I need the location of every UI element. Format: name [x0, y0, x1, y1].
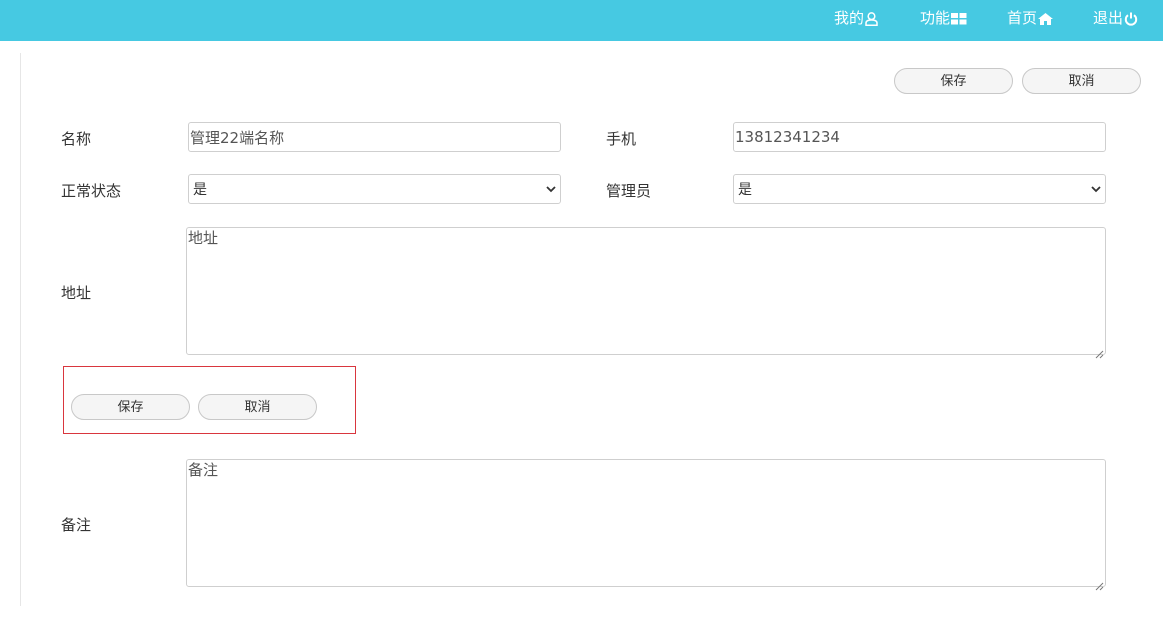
chevron-down-icon [1091, 181, 1101, 197]
address-label: 地址 [61, 284, 92, 302]
left-divider [20, 53, 21, 606]
grid-icon [951, 12, 967, 25]
cancel-button-middle[interactable]: 取消 [198, 394, 317, 420]
remark-textarea[interactable]: 备注 [186, 459, 1106, 591]
power-icon [1124, 12, 1138, 26]
nav-home[interactable]: 首页 [1007, 0, 1054, 37]
save-button-top[interactable]: 保存 [894, 68, 1013, 94]
nav-logout-label: 退出 [1093, 9, 1124, 27]
remark-textarea-value: 备注 [188, 461, 219, 479]
nav-logout[interactable]: 退出 [1093, 0, 1138, 37]
name-label: 名称 [61, 130, 92, 148]
admin-select-value: 是 [738, 182, 752, 198]
address-textarea[interactable]: 地址 [186, 227, 1106, 359]
nav-features[interactable]: 功能 [920, 0, 967, 37]
save-button-middle[interactable]: 保存 [71, 394, 190, 420]
user-icon [865, 11, 878, 26]
address-textarea-value: 地址 [188, 229, 219, 247]
admin-label: 管理员 [606, 182, 652, 200]
top-nav-bar: 我的 功能 首页 退出 [0, 0, 1163, 41]
nav-mine[interactable]: 我的 [834, 0, 878, 37]
chevron-down-icon [546, 181, 556, 197]
name-input[interactable]: 管理22端名称 [188, 122, 561, 152]
status-select[interactable]: 是 [188, 174, 561, 204]
home-icon [1038, 12, 1054, 25]
name-input-value: 管理22端名称 [190, 129, 285, 147]
status-label: 正常状态 [61, 182, 122, 200]
remark-label: 备注 [61, 516, 92, 534]
phone-input[interactable]: 13812341234 [733, 122, 1106, 152]
nav-home-label: 首页 [1007, 9, 1038, 27]
cancel-button-top[interactable]: 取消 [1022, 68, 1141, 94]
admin-select[interactable]: 是 [733, 174, 1106, 204]
phone-label: 手机 [606, 130, 637, 148]
resize-handle-icon[interactable] [1095, 576, 1104, 591]
resize-handle-icon[interactable] [1095, 344, 1104, 359]
status-select-value: 是 [193, 182, 207, 198]
nav-mine-label: 我的 [834, 9, 865, 27]
nav-features-label: 功能 [920, 9, 951, 27]
phone-input-value: 13812341234 [735, 128, 840, 146]
